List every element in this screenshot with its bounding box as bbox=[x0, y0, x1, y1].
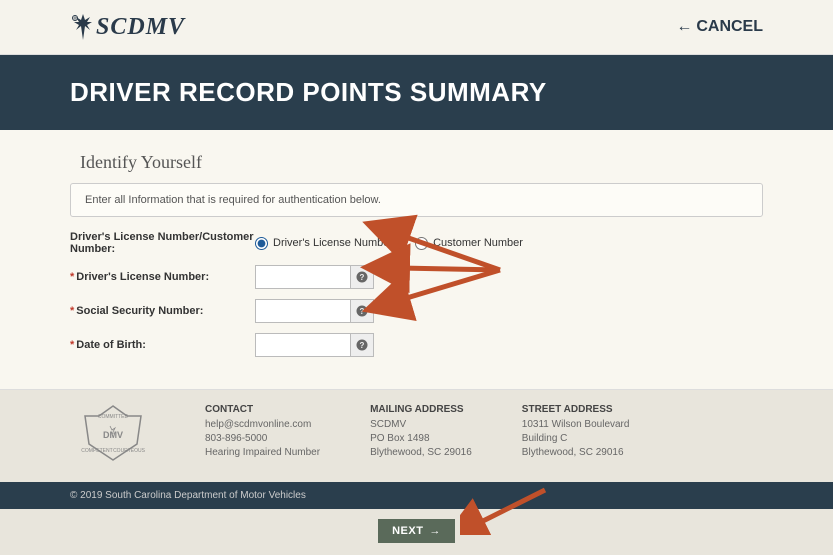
contact-phone-link[interactable]: 803-896-5000 bbox=[205, 433, 320, 444]
dmv-shield-icon: COMMITTED DMV COMPETENT COURTEOUS bbox=[77, 404, 149, 464]
brand-logo: SCDMV bbox=[70, 12, 185, 42]
footer: COMMITTED DMV COMPETENT COURTEOUS CONTAC… bbox=[0, 389, 833, 482]
dln-input[interactable] bbox=[255, 265, 350, 289]
dln-help-button[interactable]: ? bbox=[350, 265, 374, 289]
page-title: DRIVER RECORD POINTS SUMMARY bbox=[70, 77, 763, 108]
intro-message: Enter all Information that is required f… bbox=[70, 183, 763, 217]
id-type-row: Driver's License Number/Customer Number:… bbox=[70, 231, 763, 255]
svg-text:COMPETENT: COMPETENT bbox=[81, 448, 112, 454]
arrow-right-icon: → bbox=[429, 525, 441, 537]
contact-heading: CONTACT bbox=[205, 404, 320, 415]
street-line1: 10311 Wilson Boulevard bbox=[522, 419, 630, 430]
radio-dln[interactable]: Driver's License Number bbox=[255, 237, 393, 250]
arrow-left-icon: ← bbox=[676, 18, 692, 36]
footer-mailing: MAILING ADDRESS SCDMV PO Box 1498 Blythe… bbox=[370, 404, 472, 464]
footer-street: STREET ADDRESS 10311 Wilson Boulevard Bu… bbox=[522, 404, 630, 464]
street-line3: Blythewood, SC 29016 bbox=[522, 447, 630, 458]
next-button[interactable]: NEXT → bbox=[378, 519, 455, 543]
svg-text:?: ? bbox=[360, 341, 365, 350]
radio-customer[interactable]: Customer Number bbox=[415, 237, 523, 250]
section-heading: Identify Yourself bbox=[80, 152, 753, 173]
dob-label: *Date of Birth: bbox=[70, 339, 255, 351]
radio-customer-input[interactable] bbox=[415, 237, 428, 250]
svg-text:?: ? bbox=[360, 307, 365, 316]
next-band: NEXT → bbox=[0, 509, 833, 555]
next-label: NEXT bbox=[392, 525, 423, 537]
street-line2: Building C bbox=[522, 433, 630, 444]
mailing-line2: PO Box 1498 bbox=[370, 433, 472, 444]
mailing-line1: SCDMV bbox=[370, 419, 472, 430]
header-bar: SCDMV ← CANCEL bbox=[0, 0, 833, 55]
radio-dln-input[interactable] bbox=[255, 237, 268, 250]
copyright-text: © 2019 South Carolina Department of Moto… bbox=[70, 490, 306, 501]
mailing-heading: MAILING ADDRESS bbox=[370, 404, 472, 415]
ssn-label: *Social Security Number: bbox=[70, 305, 255, 317]
contact-email-link[interactable]: help@scdmvonline.com bbox=[205, 419, 320, 430]
footer-contact: CONTACT help@scdmvonline.com 803-896-500… bbox=[205, 404, 320, 464]
content-area: Identify Yourself Enter all Information … bbox=[0, 130, 833, 389]
svg-text:COURTEOUS: COURTEOUS bbox=[113, 448, 146, 454]
svg-text:?: ? bbox=[360, 273, 365, 282]
help-icon: ? bbox=[356, 305, 368, 317]
dob-help-button[interactable]: ? bbox=[350, 333, 374, 357]
dln-label: *Driver's License Number: bbox=[70, 271, 255, 283]
id-type-radio-group: Driver's License Number Customer Number bbox=[255, 237, 523, 250]
street-heading: STREET ADDRESS bbox=[522, 404, 630, 415]
palmetto-icon bbox=[70, 12, 96, 42]
title-band: DRIVER RECORD POINTS SUMMARY bbox=[0, 55, 833, 130]
cancel-button[interactable]: ← CANCEL bbox=[676, 18, 763, 36]
ssn-row: *Social Security Number: ? bbox=[70, 299, 763, 323]
dob-input[interactable] bbox=[255, 333, 350, 357]
dob-row: *Date of Birth: ? bbox=[70, 333, 763, 357]
brand-text: SCDMV bbox=[96, 14, 185, 41]
help-icon: ? bbox=[356, 271, 368, 283]
mailing-line3: Blythewood, SC 29016 bbox=[370, 447, 472, 458]
cancel-label: CANCEL bbox=[696, 18, 763, 36]
dln-row: *Driver's License Number: ? bbox=[70, 265, 763, 289]
radio-customer-label: Customer Number bbox=[433, 237, 523, 249]
hearing-impaired-link[interactable]: Hearing Impaired Number bbox=[205, 447, 320, 458]
footer-badge: COMMITTED DMV COMPETENT COURTEOUS bbox=[70, 404, 155, 464]
ssn-input[interactable] bbox=[255, 299, 350, 323]
ssn-help-button[interactable]: ? bbox=[350, 299, 374, 323]
help-icon: ? bbox=[356, 339, 368, 351]
copyright-band: © 2019 South Carolina Department of Moto… bbox=[0, 482, 833, 509]
radio-dln-label: Driver's License Number bbox=[273, 237, 393, 249]
svg-text:COMMITTED: COMMITTED bbox=[97, 414, 128, 420]
id-type-label: Driver's License Number/Customer Number: bbox=[70, 231, 255, 255]
